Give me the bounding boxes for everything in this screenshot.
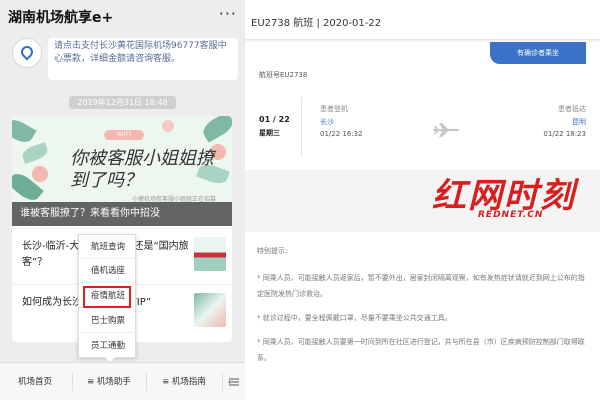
highlight-box <box>83 286 131 308</box>
arrival-time: 01/22 18:23 <box>543 130 586 138</box>
notice-paragraph: * 同乘人员、可能接触人员要第一时间到所在社区进行登记，并与所在县（市）区疾病预… <box>257 338 585 362</box>
more-options-button[interactable]: ··· <box>219 4 237 23</box>
menu-item-checkin-seat[interactable]: 值机选座 <box>79 259 137 283</box>
wechat-account-panel: 湖南机场航享e+ ··· 请点击支付长沙黄花国际机场96777客服中心票款，详细… <box>0 0 245 400</box>
flight-weekday: 星期三 <box>259 129 280 137</box>
account-header: 湖南机场航享e+ ··· <box>0 0 245 34</box>
bottom-menu-bar: 机场首页 ≡ 机场助手 ≡ 机场指南 <box>0 362 245 400</box>
avatar <box>12 38 42 68</box>
flower-decoration <box>162 120 174 132</box>
menu-item-bus-ticket[interactable]: 巴士购票 <box>79 309 137 333</box>
menu-separator <box>222 373 223 391</box>
flight-page-header: EU2738 航班 | 2020-01-22 <box>245 0 600 40</box>
arrival-city: 昆明 <box>572 118 586 126</box>
leaf-decoration <box>12 116 37 147</box>
menu-airport-home[interactable]: 机场首页 <box>0 363 70 400</box>
message-bubble[interactable]: 请点击支付长沙黄花国际机场96777客服中心票款，详细金额请咨询客服。 <box>48 38 238 80</box>
rednet-watermark: 红网时刻 REDNET.CN <box>432 168 600 226</box>
special-notice-section: 特别提示: * 同乘人员、可能接触人员返家后，暂不要外出，居家封闭隔离观察，如有… <box>245 232 600 400</box>
menu-item-flight-query[interactable]: 航班查询 <box>79 235 137 259</box>
page-title: EU2738 航班 | 2020-01-22 <box>251 18 382 29</box>
airplane-icon <box>433 123 459 137</box>
flight-card: 有确诊者乘坐 航班号EU2738 01 / 22 星期三 患者登机 长沙 01/… <box>245 42 600 170</box>
menu-separator <box>146 373 147 391</box>
flower-decoration <box>32 166 48 182</box>
watermark-subtext: REDNET.CN <box>478 210 544 220</box>
arrival-label: 患者抵达 <box>558 105 586 113</box>
notice-title: 特别提示: <box>257 247 288 255</box>
departure-city: 长沙 <box>320 118 334 126</box>
leaf-decoration <box>199 116 232 143</box>
departure-time: 01/22 16:32 <box>320 130 363 138</box>
leaf-decoration <box>20 141 50 165</box>
article-caption[interactable]: 谁被客服撩了？来看看你中招没 <box>12 202 232 226</box>
departure-label: 患者登机 <box>320 105 348 113</box>
message-timestamp: 2019年12月31日 18:48 <box>0 96 245 109</box>
menu-airport-guide[interactable]: ≡ 机场指南 <box>148 363 220 400</box>
issue-badge: Vol?? <box>104 130 144 140</box>
notice-paragraph: * 同乘人员、可能接触人员返家后，暂不要外出，居家封闭隔离观察，如有发热症状请就… <box>257 274 585 298</box>
submenu-arrow <box>104 356 116 362</box>
article-banner[interactable]: Vol?? 你被客服小姐姐撩到了吗？ 小撩机场航客服小姐姐正在招募 谁被客服撩了… <box>12 116 232 226</box>
banner-headline: 你被客服小姐姐撩到了吗？ <box>70 148 214 191</box>
airport-logo-icon <box>18 43 36 61</box>
keyboard-icon[interactable] <box>228 376 240 388</box>
menu-item-staff-commute[interactable]: 员工通勤 <box>79 334 137 358</box>
menu-airport-assistant[interactable]: ≡ 机场助手 <box>74 363 144 400</box>
message-item: 请点击支付长沙黄花国际机场96777客服中心票款，详细金额请咨询客服。 <box>8 38 240 82</box>
confirmed-patient-badge: 有确诊者乘坐 <box>490 42 586 64</box>
flight-date: 01 / 22 <box>259 115 290 124</box>
account-title: 湖南机场航享e+ <box>8 10 114 26</box>
notice-paragraph: * 就诊过程中，要全程佩戴口罩，尽量不要乘坐公共交通工具。 <box>257 314 452 322</box>
divider <box>301 97 302 157</box>
flight-number: 航班号EU2738 <box>259 71 308 79</box>
article-thumbnail <box>194 293 226 327</box>
menu-separator <box>72 373 73 391</box>
article-thumbnail <box>194 237 226 271</box>
